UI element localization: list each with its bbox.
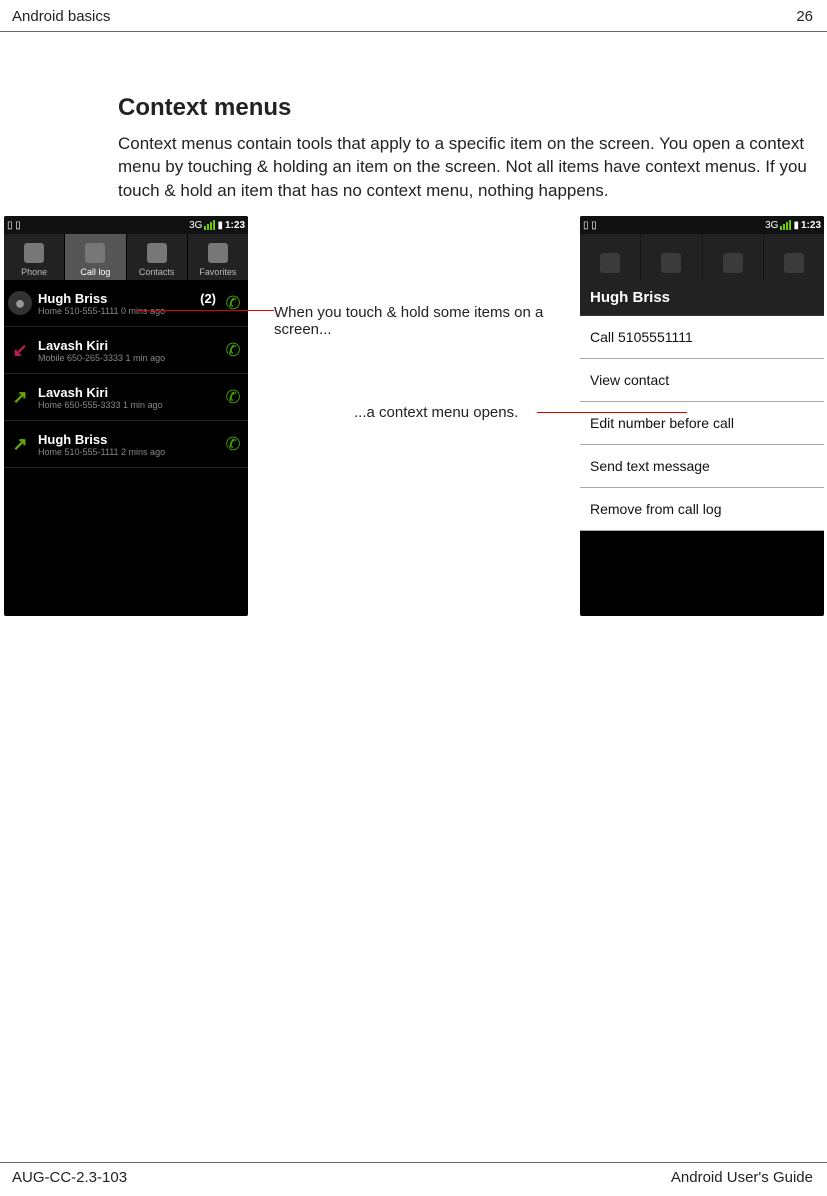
tab-phone xyxy=(580,234,641,280)
header-page-number: 26 xyxy=(796,8,813,25)
status-right-icons: 3G ▮ 1:23 xyxy=(765,220,821,231)
call-subline: Mobile 650-265-3333 1 min ago xyxy=(38,353,216,363)
call-count: (2) xyxy=(200,291,216,306)
battery-icon: ▮ xyxy=(217,220,223,231)
tab-contacts[interactable]: Contacts xyxy=(127,234,188,280)
dialer-tabs-dimmed xyxy=(580,234,824,280)
tab-favorites[interactable]: Favorites xyxy=(188,234,248,280)
caller-name: Lavash Kiri xyxy=(38,385,108,400)
callout-line xyxy=(537,412,687,413)
contacts-icon xyxy=(723,253,743,273)
tab-label: Contacts xyxy=(139,267,175,277)
missed-call-icon: ↙ xyxy=(8,338,32,362)
status-time: 1:23 xyxy=(225,220,245,231)
page-body: Context menus Context menus contain tool… xyxy=(0,32,827,636)
call-button-icon[interactable]: ✆ xyxy=(222,386,244,408)
tab-favorites xyxy=(764,234,824,280)
call-log-icon xyxy=(85,243,105,263)
context-menu-item[interactable]: View contact xyxy=(580,359,824,402)
favorites-icon xyxy=(208,243,228,263)
call-log-row[interactable]: ↗ Lavash Kiri Home 650-555-3333 1 min ag… xyxy=(4,374,248,421)
figure-area: ▯ ▯ 3G ▮ 1:23 Phone Call log Contacts Fa… xyxy=(2,216,811,636)
dialer-tabs: Phone Call log Contacts Favorites xyxy=(4,234,248,280)
contacts-icon xyxy=(147,243,167,263)
callout-text: When you touch & hold some items on a sc… xyxy=(274,304,544,338)
section-heading: Context menus xyxy=(118,94,811,122)
footer-guide-title: Android User's Guide xyxy=(671,1169,813,1186)
screenshot-call-log: ▯ ▯ 3G ▮ 1:23 Phone Call log Contacts Fa… xyxy=(4,216,248,616)
status-left-icons: ▯ ▯ xyxy=(7,220,21,231)
call-subline: Home 650-555-3333 1 min ago xyxy=(38,400,216,410)
signal-icon xyxy=(780,220,791,230)
context-menu-item[interactable]: Call 5105551111 xyxy=(580,316,824,359)
call-row-text: Hugh Briss Home 510-555-1111 2 mins ago xyxy=(38,432,216,457)
status-bar: ▯ ▯ 3G ▮ 1:23 xyxy=(580,216,824,234)
phone-icon xyxy=(600,253,620,273)
context-menu-title: Hugh Briss xyxy=(580,280,824,316)
battery-icon: ▮ xyxy=(793,220,799,231)
tab-label: Phone xyxy=(21,267,47,277)
caller-name: Hugh Briss xyxy=(38,291,107,306)
call-log-icon xyxy=(661,253,681,273)
call-log-row[interactable]: ↗ Hugh Briss Home 510-555-1111 2 mins ag… xyxy=(4,421,248,468)
call-row-text: Lavash Kiri Mobile 650-265-3333 1 min ag… xyxy=(38,338,216,363)
outgoing-call-icon: ↗ xyxy=(8,432,32,456)
status-time: 1:23 xyxy=(801,220,821,231)
callout-text: ...a context menu opens. xyxy=(354,404,518,421)
call-log-row[interactable]: ● Hugh Briss(2) Home 510-555-1111 0 mins… xyxy=(4,280,248,327)
incoming-call-icon: ● xyxy=(8,291,32,315)
tab-call-log[interactable]: Call log xyxy=(65,234,126,280)
status-bar: ▯ ▯ 3G ▮ 1:23 xyxy=(4,216,248,234)
call-button-icon[interactable]: ✆ xyxy=(222,339,244,361)
context-menu-backdrop xyxy=(580,531,824,591)
signal-icon xyxy=(204,220,215,230)
tab-call-log xyxy=(641,234,702,280)
caller-name: Lavash Kiri xyxy=(38,338,108,353)
phone-icon xyxy=(24,243,44,263)
context-menu-item[interactable]: Remove from call log xyxy=(580,488,824,531)
tab-contacts xyxy=(703,234,764,280)
callout-line xyxy=(136,310,274,311)
outgoing-call-icon: ↗ xyxy=(8,385,32,409)
call-button-icon[interactable]: ✆ xyxy=(222,433,244,455)
footer-doc-id: AUG-CC-2.3-103 xyxy=(12,1169,127,1186)
screenshot-context-menu: ▯ ▯ 3G ▮ 1:23 Hugh Briss Call 5105551111 xyxy=(580,216,824,616)
status-right-icons: 3G ▮ 1:23 xyxy=(189,220,245,231)
context-menu-item[interactable]: Send text message xyxy=(580,445,824,488)
page: Android basics 26 Context menus Context … xyxy=(0,0,827,1196)
network-3g-icon: 3G xyxy=(765,220,778,231)
call-row-text: Lavash Kiri Home 650-555-3333 1 min ago xyxy=(38,385,216,410)
network-3g-icon: 3G xyxy=(189,220,202,231)
header-title: Android basics xyxy=(12,8,110,25)
favorites-icon xyxy=(784,253,804,273)
call-row-text: Hugh Briss(2) Home 510-555-1111 0 mins a… xyxy=(38,291,216,316)
caller-name: Hugh Briss xyxy=(38,432,107,447)
page-header: Android basics 26 xyxy=(0,0,827,32)
call-log-row[interactable]: ↙ Lavash Kiri Mobile 650-265-3333 1 min … xyxy=(4,327,248,374)
section-intro: Context menus contain tools that apply t… xyxy=(118,132,811,202)
status-left-icons: ▯ ▯ xyxy=(583,220,597,231)
call-subline: Home 510-555-1111 2 mins ago xyxy=(38,447,216,457)
tab-phone[interactable]: Phone xyxy=(4,234,65,280)
tab-label: Call log xyxy=(80,267,110,277)
tab-label: Favorites xyxy=(199,267,236,277)
page-footer: AUG-CC-2.3-103 Android User's Guide xyxy=(0,1162,827,1196)
context-menu-item[interactable]: Edit number before call xyxy=(580,402,824,445)
